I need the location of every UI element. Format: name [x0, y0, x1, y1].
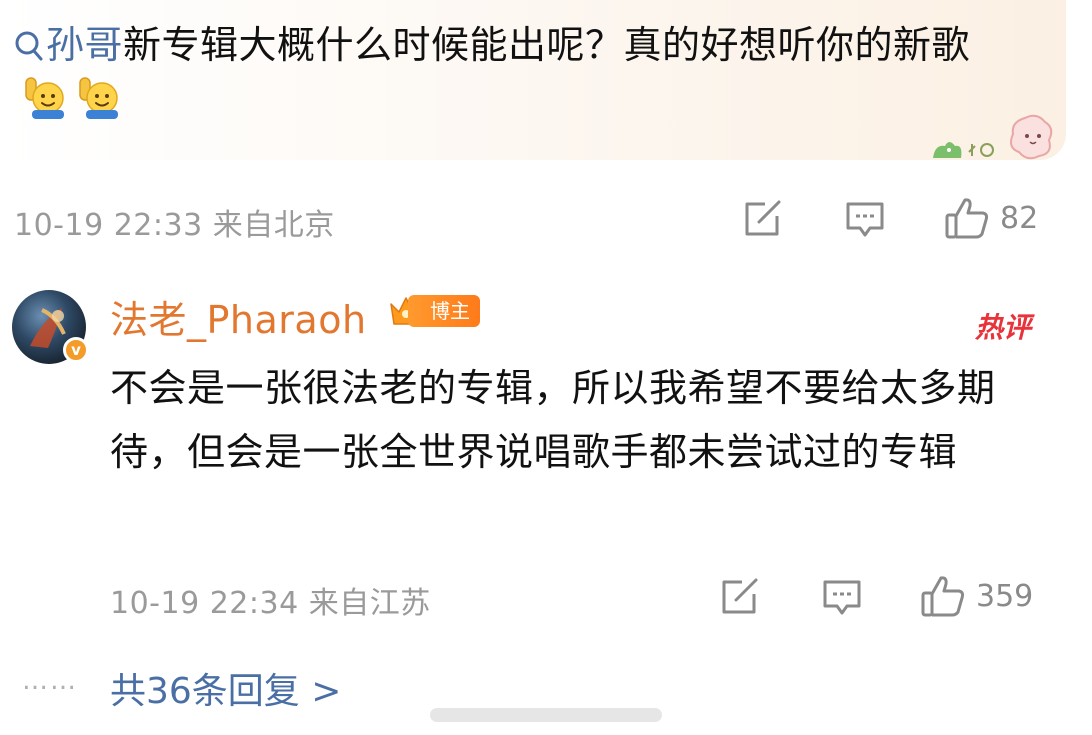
like-count: 82 [1000, 200, 1039, 236]
like-button[interactable]: 82 [944, 196, 1038, 240]
mention-link[interactable]: 孙哥 [14, 23, 123, 67]
share-icon [722, 578, 758, 614]
post-body: 新专辑大概什么时候能出呢？真的好想听你的新歌 [123, 23, 971, 67]
raising-hand-emoji [76, 76, 122, 134]
post-timestamp: 10-19 22:33 [14, 208, 203, 243]
raising-hand-emoji [22, 76, 68, 134]
thumbs-up-icon [945, 198, 989, 239]
hot-comment-tag: 热评 [975, 311, 1032, 344]
share-button[interactable] [743, 200, 783, 238]
mention-text: 孙哥 [46, 23, 124, 67]
more-replies-link[interactable]: 共36条回复 > [110, 662, 341, 714]
verified-badge-icon: v [63, 337, 89, 363]
comment-icon [823, 580, 861, 615]
reply-comment-button[interactable] [821, 578, 863, 618]
reply-share-button[interactable] [720, 578, 760, 616]
post-text: 孙哥新专辑大概什么时候能出呢？真的好想听你的新歌 [14, 18, 1014, 134]
reply-location: 来自江苏 [308, 586, 431, 621]
badge-label: 博主 [408, 295, 480, 327]
search-icon [15, 31, 43, 61]
comment-icon [846, 202, 884, 237]
thumbs-up-icon [921, 576, 965, 617]
comment-button[interactable] [844, 200, 886, 240]
reply-timestamp: 10-19 22:34 [110, 586, 299, 621]
reply-like-button[interactable]: 359 [920, 574, 1033, 618]
reply-meta: 10-19 22:34 来自江苏 [110, 578, 431, 622]
separator-dots: …… [22, 666, 78, 696]
post-meta: 10-19 22:33 来自北京 [14, 200, 335, 244]
post-card: 孙哥新专辑大概什么时候能出呢？真的好想听你的新歌 [0, 0, 1066, 160]
decorative-sticker-icon [933, 114, 1053, 160]
reply-like-count: 359 [976, 578, 1034, 614]
reply-text: 不会是一张很法老的专辑，所以我希望不要给太多期待，但会是一张全世界说唱歌手都未尝… [110, 366, 996, 474]
home-indicator [430, 708, 662, 722]
post-location: 来自北京 [212, 208, 335, 243]
share-icon [745, 200, 781, 236]
blogger-badge: 博主 [388, 294, 480, 328]
username[interactable]: 法老_Pharaoh [110, 289, 367, 344]
